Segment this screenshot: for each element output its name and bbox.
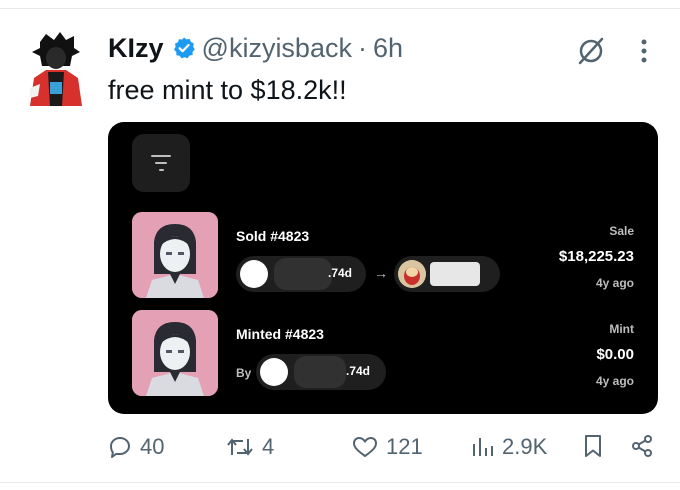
- like-button[interactable]: 121: [352, 434, 423, 460]
- wallet-avatar: [398, 260, 426, 288]
- wallet-address-redacted: [274, 258, 332, 290]
- wallet-avatar: [260, 358, 288, 386]
- view-count: 2.9K: [502, 434, 548, 459]
- filter-button[interactable]: [132, 134, 190, 192]
- repost-button[interactable]: 4: [226, 434, 274, 460]
- wallet-suffix: .74d: [346, 364, 371, 378]
- wallet-avatar: [240, 260, 268, 288]
- nft-thumbnail[interactable]: [132, 310, 218, 396]
- user-handle[interactable]: @kizyisback: [202, 33, 352, 63]
- from-wallet-pill[interactable]: .74d: [236, 256, 366, 292]
- filter-icon-line: [155, 162, 167, 164]
- views-button[interactable]: 2.9K: [470, 434, 547, 460]
- wallet-suffix: .74d: [328, 266, 353, 280]
- nft-thumbnail[interactable]: [132, 212, 218, 298]
- filter-icon: [151, 155, 171, 157]
- reply-icon: [110, 437, 130, 458]
- timestamp[interactable]: 6h: [373, 33, 403, 63]
- minter-wallet-pill[interactable]: .74d: [256, 354, 386, 390]
- verified-badge-icon: [173, 37, 195, 59]
- mint-price: $0.00: [596, 346, 634, 363]
- more-options-icon[interactable]: [640, 38, 648, 64]
- sale-price: $18,225.23: [558, 248, 634, 265]
- repost-icon: [227, 438, 253, 456]
- to-wallet-pill[interactable]: [394, 256, 500, 292]
- tweet-action-bar: 40 4 121 2.9K: [108, 428, 668, 468]
- grok-icon[interactable]: [576, 36, 606, 66]
- filter-icon-line: [158, 169, 164, 171]
- wallet-address-redacted: [294, 356, 346, 388]
- divider-bottom: [0, 482, 680, 483]
- tweet-header: KIzy @kizyisback · 6h: [108, 30, 403, 66]
- share-button[interactable]: [630, 434, 654, 458]
- repost-count: 4: [262, 434, 275, 459]
- event-title: Sold #4823: [236, 228, 310, 244]
- bookmark-icon: [585, 435, 601, 457]
- event-type-label: Sale: [609, 224, 634, 238]
- event-title: Minted #4823: [236, 326, 324, 342]
- event-type-label: Mint: [609, 322, 634, 336]
- by-label: By: [236, 366, 252, 380]
- tweet-text: free mint to $18.2k!!: [108, 75, 347, 105]
- reply-count: 40: [140, 434, 165, 459]
- display-name[interactable]: KIzy: [108, 33, 164, 63]
- wallet-address-redacted: [430, 262, 480, 286]
- separator-dot: ·: [357, 33, 367, 63]
- like-count: 121: [386, 434, 423, 459]
- transfer-arrow-icon: →: [374, 265, 388, 281]
- reply-button[interactable]: 40: [108, 434, 164, 460]
- analytics-icon: [473, 438, 493, 456]
- share-icon: [632, 435, 652, 457]
- event-time: 4y ago: [595, 374, 634, 388]
- user-avatar[interactable]: [26, 32, 86, 106]
- event-time: 4y ago: [595, 276, 634, 290]
- heart-icon: [353, 437, 377, 457]
- nft-activity-card[interactable]: Sold #4823 .74d → Sale $18,225.23 4y ago…: [108, 122, 658, 414]
- bookmark-button[interactable]: [582, 434, 604, 458]
- divider-top: [0, 8, 680, 9]
